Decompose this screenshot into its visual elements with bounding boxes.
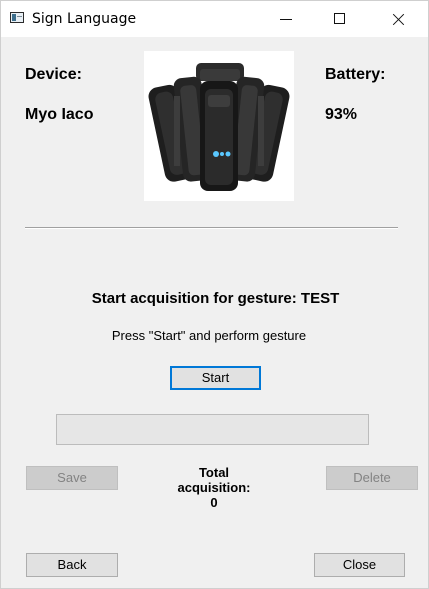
device-name: Myo Iaco: [25, 106, 94, 123]
save-button[interactable]: Save: [26, 466, 118, 490]
battery-label: Battery:: [325, 66, 386, 83]
section-separator: [25, 227, 398, 229]
acquisition-progress-bar: [56, 414, 369, 445]
start-button[interactable]: Start: [170, 366, 261, 390]
close-button[interactable]: Close: [314, 553, 405, 577]
window-title: Sign Language: [32, 11, 137, 27]
back-button[interactable]: Back: [26, 553, 118, 577]
acquisition-heading: Start acquisition for gesture: TEST: [91, 290, 340, 307]
device-label: Device:: [25, 66, 82, 83]
maximize-button[interactable]: [317, 1, 363, 37]
total-acquisition-label-line1: Total: [198, 465, 230, 480]
delete-button[interactable]: Delete: [326, 466, 418, 490]
total-acquisition-label-line2: acquisition:: [177, 480, 251, 495]
window-app-icon: [10, 12, 24, 23]
maximize-icon: [334, 13, 345, 24]
total-acquisition-count: 0: [210, 495, 218, 510]
title-bar[interactable]: Sign Language: [1, 1, 428, 37]
acquisition-instruction: Press "Start" and perform gesture: [111, 328, 307, 343]
close-icon: [393, 13, 405, 25]
battery-value: 93%: [325, 106, 358, 123]
minimize-button[interactable]: [263, 1, 309, 37]
myo-armband-image: [144, 51, 294, 201]
app-window: Sign Language Device: Myo Iaco Battery: …: [0, 0, 429, 589]
minimize-icon: [280, 19, 292, 20]
close-window-button[interactable]: [376, 1, 422, 37]
total-acquisition: Total acquisition: 0: [164, 465, 264, 510]
